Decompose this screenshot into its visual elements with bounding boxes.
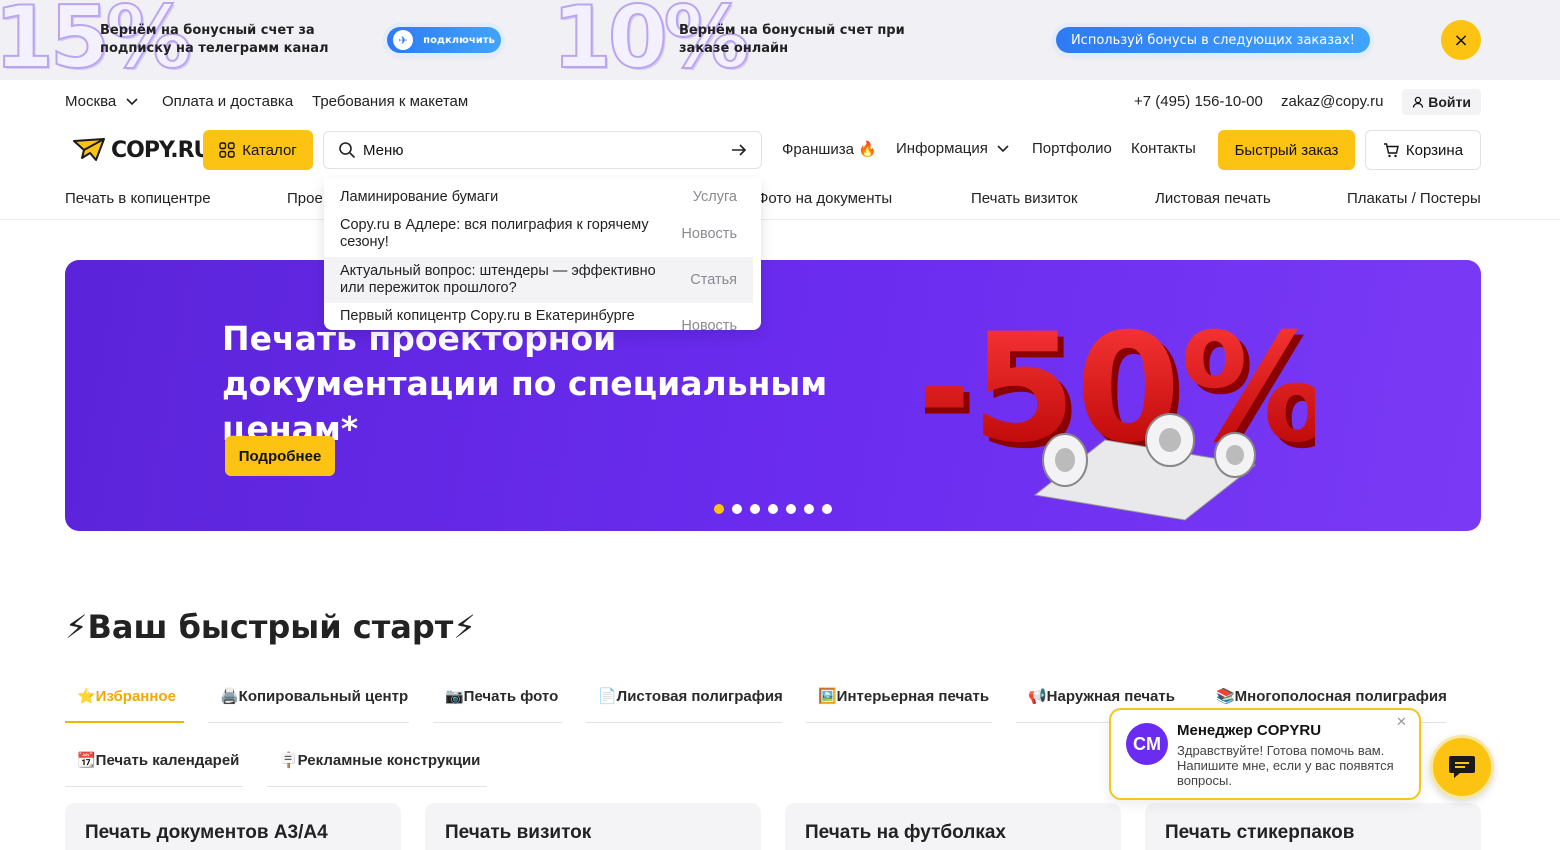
search-value: Меню bbox=[363, 141, 404, 159]
chat-close-icon[interactable]: ✕ bbox=[1396, 715, 1407, 730]
grid-icon bbox=[219, 142, 235, 158]
tab-ad-constructions[interactable]: 🪧Рекламные конструкции bbox=[267, 751, 487, 787]
suggestion-title: Актуальный вопрос: штендеры — эффективно… bbox=[340, 263, 656, 296]
tab-favorites[interactable]: ⭐Избранное bbox=[65, 687, 184, 723]
logo-text: COPY.RU bbox=[111, 137, 211, 163]
service-link-projects[interactable]: Прое bbox=[287, 190, 323, 207]
service-link-business-cards[interactable]: Печать визиток bbox=[971, 190, 1078, 207]
nav-portfolio[interactable]: Портфолио bbox=[1032, 140, 1112, 157]
service-link-copycenter[interactable]: Печать в копицентре bbox=[65, 190, 211, 207]
service-link-photo-docs[interactable]: Фото на документы bbox=[757, 190, 892, 207]
promo-text-telegram: Вернём на бонусный счет за подписку на т… bbox=[100, 23, 329, 56]
promo-strip: 15% Вернём на бонусный счет за подписку … bbox=[0, 0, 1560, 80]
arrow-right-icon[interactable] bbox=[731, 143, 747, 157]
suggestion-title: Ламинирование бумаги bbox=[340, 189, 499, 205]
chat-popup[interactable]: CM Менеджер COPYRU Здравствуйте! Готова … bbox=[1109, 708, 1421, 800]
suggestion-item[interactable]: Первый копицентр Copy.ru в Екатеринбурге… bbox=[324, 308, 753, 330]
login-button[interactable]: Войти bbox=[1402, 89, 1481, 115]
promo-text-online: Вернём на бонусный счет при заказе онлай… bbox=[679, 23, 905, 56]
nav-information-label: Информация bbox=[896, 140, 988, 157]
chevron-down-icon bbox=[126, 98, 138, 106]
hero-banner[interactable]: Печать проекторной документации по специ… bbox=[65, 260, 1481, 531]
user-icon bbox=[1413, 96, 1424, 108]
login-label: Войти bbox=[1428, 94, 1471, 110]
telegram-subscribe-button[interactable]: ✈ подключить bbox=[387, 27, 501, 53]
cart-icon bbox=[1383, 143, 1399, 158]
chat-message: Здравствуйте! Готова помочь вам. Напишит… bbox=[1177, 743, 1394, 788]
top-bar: Москва Оплата и доставка Требования к ма… bbox=[65, 88, 1481, 116]
slider-dots bbox=[714, 504, 832, 514]
service-link-sheet-print[interactable]: Листовая печать bbox=[1155, 190, 1271, 207]
suggestion-item[interactable]: Copy.ru в Адлере: вся полиграфия к горяч… bbox=[324, 216, 753, 252]
suggestion-type: Новость bbox=[681, 318, 737, 330]
card-stickerpacks[interactable]: Печать стикерпаков bbox=[1145, 803, 1481, 850]
nav-information[interactable]: Информация bbox=[896, 140, 1009, 157]
logo[interactable]: COPY.RU bbox=[73, 136, 211, 164]
slider-dot[interactable] bbox=[768, 504, 778, 514]
phone-link[interactable]: +7 (495) 156-10-00 bbox=[1134, 93, 1263, 110]
slider-dot[interactable] bbox=[714, 504, 724, 514]
suggestion-item[interactable]: Ламинирование бумаги Услуга bbox=[324, 186, 753, 208]
quick-order-button[interactable]: Быстрый заказ bbox=[1218, 130, 1355, 170]
cart-button[interactable]: Корзина bbox=[1365, 130, 1481, 170]
tab-sheet-print[interactable]: 📄Листовая полиграфия bbox=[586, 687, 783, 723]
paper-plane-icon bbox=[73, 138, 105, 161]
nav-contacts[interactable]: Контакты bbox=[1131, 140, 1196, 157]
slider-dot[interactable] bbox=[804, 504, 814, 514]
chat-manager-name: Менеджер COPYRU bbox=[1177, 722, 1322, 739]
suggestion-type: Услуга bbox=[692, 189, 737, 205]
close-icon: × bbox=[1453, 29, 1469, 51]
service-link-posters[interactable]: Плакаты / Постеры bbox=[1347, 190, 1481, 207]
catalog-label: Каталог bbox=[242, 141, 297, 159]
chevron-down-icon bbox=[997, 145, 1009, 153]
slider-dot[interactable] bbox=[750, 504, 760, 514]
delivery-link[interactable]: Оплата и доставка bbox=[162, 93, 293, 110]
requirements-link[interactable]: Требования к макетам bbox=[312, 93, 468, 110]
catalog-button[interactable]: Каталог bbox=[203, 130, 313, 170]
suggestion-type: Новость bbox=[681, 226, 737, 242]
card-business-cards[interactable]: Печать визиток bbox=[425, 803, 761, 850]
search-icon bbox=[339, 142, 356, 159]
telegram-icon: ✈ bbox=[393, 30, 414, 50]
cart-label: Корзина bbox=[1405, 141, 1464, 159]
manager-avatar: CM bbox=[1126, 723, 1168, 765]
city-selector[interactable]: Москва bbox=[65, 93, 138, 110]
slider-dot[interactable] bbox=[822, 504, 832, 514]
slider-dot[interactable] bbox=[786, 504, 796, 514]
tab-interior-print[interactable]: 🖼️Интерьерная печать bbox=[806, 687, 992, 723]
quick-start-title: ⚡Ваш быстрый старт⚡ bbox=[65, 608, 476, 646]
divider bbox=[0, 219, 1560, 220]
nav-franchise[interactable]: Франшиза 🔥 bbox=[782, 140, 877, 158]
tab-calendars[interactable]: 📆Печать календарей bbox=[65, 751, 243, 787]
city-label: Москва bbox=[65, 93, 117, 110]
tab-copy-center[interactable]: 🖨️Копировальный центр bbox=[208, 687, 409, 723]
banner-title: Печать проекторной документации по специ… bbox=[222, 319, 828, 448]
suggestion-item[interactable]: Актуальный вопрос: штендеры — эффективно… bbox=[324, 257, 753, 303]
search-suggestions: Ламинирование бумаги Услуга Copy.ru в Ад… bbox=[324, 178, 761, 330]
slider-dot[interactable] bbox=[732, 504, 742, 514]
suggestion-title: Copy.ru в Адлере: вся полиграфия к горяч… bbox=[340, 217, 649, 250]
promo-close-button[interactable]: × bbox=[1441, 20, 1481, 60]
card-tshirts[interactable]: Печать на футболках bbox=[785, 803, 1121, 850]
email-link[interactable]: zakaz@copy.ru bbox=[1281, 93, 1384, 110]
search-input[interactable]: Меню bbox=[323, 131, 762, 169]
telegram-subscribe-label: подключить bbox=[423, 34, 495, 46]
card-documents[interactable]: Печать документов А3/А4 bbox=[65, 803, 401, 850]
discount-illustration: -50% -50% bbox=[925, 302, 1315, 521]
suggestion-title: Первый копицентр Copy.ru в Екатеринбурге bbox=[340, 308, 635, 324]
chat-bubble-icon bbox=[1449, 756, 1475, 778]
tab-photo-print[interactable]: 📷Печать фото bbox=[433, 687, 562, 723]
banner-more-button[interactable]: Подробнее bbox=[225, 436, 335, 476]
chat-open-button[interactable] bbox=[1430, 735, 1494, 799]
bonus-use-button[interactable]: Используй бонусы в следующих заказах! bbox=[1056, 27, 1370, 53]
suggestion-type: Статья bbox=[690, 272, 737, 288]
